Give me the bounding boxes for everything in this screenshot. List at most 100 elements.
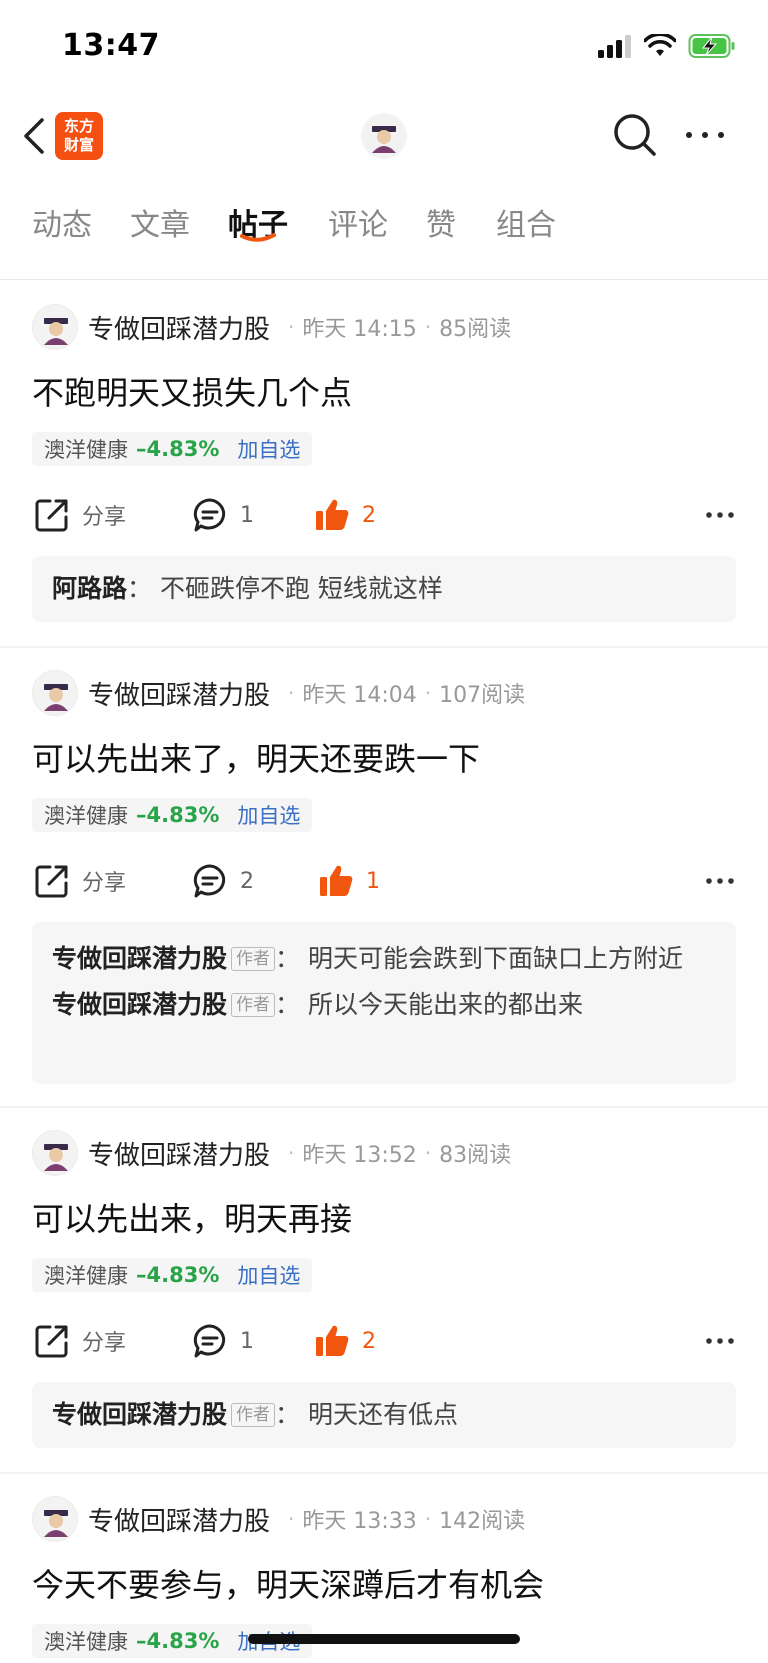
stock-tag[interactable]: 澳洋健康 –4.83% 加自选	[32, 798, 313, 832]
action-row: 分享 1 2	[32, 490, 736, 540]
comment-preview[interactable]: 专做回踩潜力股 作者： 明天可能会跌到下面缺口上方附近 专做回踩潜力股 作者： 所以…	[32, 922, 736, 1084]
comment-count: 1	[240, 502, 254, 528]
avatar-figure-icon	[44, 684, 68, 711]
post-more-button[interactable]	[704, 866, 736, 896]
status-bar: 13:47	[0, 0, 768, 100]
author-avatar[interactable]	[32, 304, 78, 350]
meta-separator: ·	[424, 681, 432, 705]
comment-count: 1	[240, 1328, 254, 1354]
like-button[interactable]: 1	[318, 856, 380, 906]
home-indicator[interactable]	[248, 1634, 520, 1644]
author-name[interactable]: 专做回踩潜力股	[88, 1501, 270, 1538]
meta-separator: ·	[424, 1507, 432, 1531]
tab-portfolio[interactable]: 组合	[496, 200, 556, 244]
post-time: 昨天 14:04	[302, 683, 417, 708]
tab-dynamics[interactable]: 动态	[32, 200, 92, 244]
tab-bar: 动态 文章 帖子 评论 赞 组合	[0, 190, 768, 280]
meta-separator: ·	[288, 681, 295, 705]
post-title[interactable]: 今天不要参与，明天深蹲后才有机会	[32, 1560, 544, 1606]
brand-logo-line2: 财富	[63, 136, 94, 154]
share-icon	[35, 1325, 68, 1358]
post-more-button[interactable]	[704, 1326, 736, 1356]
post-card[interactable]: 专做回踩潜力股 · 昨天 13:52 · 83阅读 可以先出来，明天再接 澳洋健…	[0, 1108, 768, 1474]
post-title[interactable]: 可以先出来了，明天还要跌一下	[32, 734, 480, 780]
author-badge: 作者	[231, 1403, 276, 1427]
post-card[interactable]: 专做回踩潜力股 · 昨天 14:15 · 85阅读 不跑明天又损失几个点 澳洋健…	[0, 282, 768, 648]
avatar-figure-icon	[44, 1144, 68, 1171]
action-row: 分享 2 1	[32, 856, 736, 906]
tab-articles[interactable]: 文章	[130, 200, 190, 244]
share-button[interactable]: 分享	[34, 856, 126, 906]
post-header: 专做回踩潜力股 · 昨天 13:33 · 142阅读	[32, 1496, 525, 1542]
status-icons	[598, 33, 736, 59]
author-name[interactable]: 专做回踩潜力股	[88, 1135, 270, 1172]
post-title[interactable]: 不跑明天又损失几个点	[32, 368, 352, 414]
meta-separator: ·	[288, 1507, 295, 1531]
battery-charging-icon	[688, 34, 735, 58]
post-header: 专做回踩潜力股 · 昨天 14:04 · 107阅读	[32, 670, 525, 716]
post-time: 昨天 14:15	[302, 317, 417, 342]
commenter-name[interactable]: 专做回踩潜力股	[52, 1400, 227, 1429]
cellular-signal-icon	[598, 35, 631, 58]
comment-separator: ：	[127, 574, 153, 603]
author-name[interactable]: 专做回踩潜力股	[88, 675, 270, 712]
tab-likes[interactable]: 赞	[426, 200, 456, 244]
comment-separator: ：	[275, 1400, 301, 1429]
add-watchlist-button[interactable]: 加自选	[237, 434, 300, 464]
comment-button[interactable]: 2	[192, 856, 254, 906]
share-icon	[35, 499, 68, 532]
meta-separator: ·	[424, 1141, 432, 1165]
share-label: 分享	[82, 1331, 127, 1356]
share-button[interactable]: 分享	[34, 1316, 126, 1366]
stock-change: –4.83%	[136, 1263, 220, 1287]
author-avatar[interactable]	[32, 1130, 78, 1176]
comment-button[interactable]: 1	[192, 1316, 254, 1366]
commenter-name[interactable]: 阿路路	[52, 574, 127, 603]
brand-logo-line1: 东方	[63, 117, 94, 135]
read-count: 83阅读	[439, 1143, 512, 1168]
thumbs-up-icon	[320, 865, 353, 896]
comment-separator: ：	[275, 990, 301, 1019]
add-watchlist-button[interactable]: 加自选	[237, 1260, 300, 1290]
like-count: 2	[362, 1328, 376, 1354]
like-button[interactable]: 2	[314, 490, 376, 540]
commenter-name[interactable]: 专做回踩潜力股	[52, 944, 227, 973]
stock-change: –4.83%	[136, 437, 220, 461]
commenter-name[interactable]: 专做回踩潜力股	[52, 990, 227, 1019]
comment-text: 所以今天能出来的都出来	[307, 990, 583, 1019]
add-watchlist-button[interactable]: 加自选	[237, 800, 300, 830]
post-header: 专做回踩潜力股 · 昨天 14:15 · 85阅读	[32, 304, 511, 350]
tab-comments[interactable]: 评论	[328, 200, 388, 244]
back-button[interactable]	[16, 114, 52, 158]
avatar-figure-icon	[44, 318, 68, 345]
post-card[interactable]: 专做回踩潜力股 · 昨天 14:04 · 107阅读 可以先出来了，明天还要跌一…	[0, 648, 768, 1108]
post-header: 专做回踩潜力股 · 昨天 13:52 · 83阅读	[32, 1130, 511, 1176]
comment-button[interactable]: 1	[192, 490, 254, 540]
stock-name: 澳洋健康	[44, 1264, 128, 1288]
comment-line: 专做回踩潜力股 作者： 明天可能会跌到下面缺口上方附近	[52, 940, 716, 978]
profile-avatar[interactable]	[361, 113, 407, 159]
search-button[interactable]	[612, 112, 658, 158]
author-avatar[interactable]	[32, 1496, 78, 1542]
post-time: 昨天 13:33	[302, 1509, 417, 1534]
thumbs-up-icon	[316, 1325, 349, 1356]
brand-logo[interactable]: 东方 财富	[55, 112, 103, 160]
comment-preview[interactable]: 专做回踩潜力股 作者： 明天还有低点	[32, 1382, 736, 1448]
author-avatar[interactable]	[32, 670, 78, 716]
comment-separator: ：	[275, 944, 301, 973]
author-name[interactable]: 专做回踩潜力股	[88, 309, 270, 346]
like-button[interactable]: 2	[314, 1316, 376, 1366]
share-icon	[35, 865, 68, 898]
stock-name: 澳洋健康	[44, 1630, 128, 1654]
post-more-button[interactable]	[704, 500, 736, 530]
stock-tag[interactable]: 澳洋健康 –4.83% 加自选	[32, 1258, 313, 1292]
post-title[interactable]: 可以先出来，明天再接	[32, 1194, 352, 1240]
post-time: 昨天 13:52	[302, 1143, 417, 1168]
comment-preview[interactable]: 阿路路： 不砸跌停不跑 短线就这样	[32, 556, 736, 622]
share-label: 分享	[82, 871, 127, 896]
stock-change: –4.83%	[136, 803, 220, 827]
more-options-button[interactable]	[682, 118, 728, 152]
stock-tag[interactable]: 澳洋健康 –4.83% 加自选	[32, 432, 313, 466]
share-button[interactable]: 分享	[34, 490, 126, 540]
read-count: 85阅读	[439, 317, 512, 342]
